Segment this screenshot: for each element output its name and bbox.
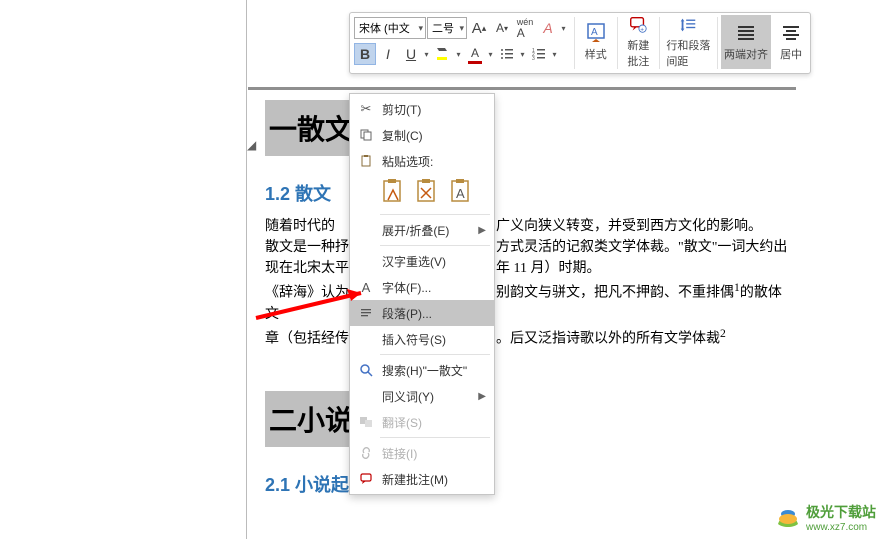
font-a-icon: A <box>356 277 376 297</box>
bold-button[interactable]: B <box>354 43 376 65</box>
underline-button[interactable]: U <box>400 43 422 65</box>
ctx-search[interactable]: 搜索(H)"一散文" <box>350 357 494 383</box>
clipboard-icon <box>356 151 376 171</box>
search-icon <box>356 360 376 380</box>
chevron-right-icon: ▶ <box>478 391 486 402</box>
ctx-expand-collapse[interactable]: 展开/折叠(E)▶ <box>350 217 494 243</box>
line-paragraph-spacing-button[interactable]: 行和段落 间距 <box>663 15 714 69</box>
mini-toolbar: 宋体 (中文▾ 二号▾ A▴ A▾ wénA A▾ B I U▾ ▾ A▾ ▾ … <box>349 12 811 74</box>
clear-formatting-dropdown[interactable]: ▾ <box>559 24 568 33</box>
outline-collapse-triangle[interactable]: ◢ <box>247 138 256 152</box>
chevron-right-icon: ▶ <box>478 225 486 236</box>
svg-text:+: + <box>641 26 645 33</box>
scissors-icon: ✂ <box>356 99 376 119</box>
heading2-text: 二小说 <box>269 406 353 437</box>
underline-dropdown[interactable]: ▾ <box>422 50 431 59</box>
center-button[interactable]: 居中 <box>773 15 809 69</box>
styles-button[interactable]: A 样式 <box>578 15 614 69</box>
paste-text-only[interactable]: A <box>448 178 474 206</box>
font-color-button[interactable]: A <box>464 43 486 65</box>
highlight-dropdown[interactable]: ▾ <box>454 50 463 59</box>
body-paragraph[interactable]: 随着时代的 xxxxxxxxxxxxxxxxxxxxxx 广义向狭义转变，并受到… <box>265 216 795 349</box>
watermark-title: 极光下载站 <box>806 502 876 522</box>
numbering-dropdown[interactable]: ▾ <box>550 50 559 59</box>
link-icon <box>356 443 376 463</box>
justify-button[interactable]: 两端对齐 <box>721 15 772 69</box>
font-size-combo[interactable]: 二号▾ <box>427 17 467 39</box>
italic-button[interactable]: I <box>377 43 399 65</box>
new-comment-button[interactable]: + 新建 批注 <box>621 15 657 69</box>
ctx-new-comment[interactable]: 新建批注(M) <box>350 466 494 492</box>
paste-merge-formatting[interactable] <box>414 178 440 206</box>
ctx-synonyms[interactable]: 同义词(Y)▶ <box>350 383 494 409</box>
bullets-dropdown[interactable]: ▾ <box>518 50 527 59</box>
numbering-button[interactable]: 123 <box>528 43 550 65</box>
phonetic-guide-button[interactable]: wénA <box>514 17 536 39</box>
context-menu: ✂剪切(T) 复制(C) 粘贴选项: A 展开/折叠(E)▶ 汉字重选(V) A… <box>349 93 495 495</box>
svg-text:A: A <box>591 27 598 38</box>
translate-icon <box>356 412 376 432</box>
comment-icon <box>356 469 376 489</box>
ctx-cut[interactable]: ✂剪切(T) <box>350 96 494 122</box>
highlight-button[interactable] <box>432 43 454 65</box>
font-name-combo[interactable]: 宋体 (中文▾ <box>354 17 426 39</box>
watermark-url: www.xz7.com <box>806 522 876 533</box>
heading-1-2[interactable]: 1.2 散文 <box>265 180 795 206</box>
clear-formatting-button[interactable]: A <box>537 17 559 39</box>
ctx-link: 链接(I) <box>350 440 494 466</box>
document-body: 一散文 1.2 散文 随着时代的 xxxxxxxxxxxxxxxxxxxxxx … <box>265 100 795 507</box>
font-color-dropdown[interactable]: ▾ <box>486 50 495 59</box>
watermark: 极光下载站 www.xz7.com <box>774 502 876 533</box>
ctx-paste-options-label: 粘贴选项: <box>350 148 494 174</box>
svg-text:A: A <box>456 186 465 201</box>
ctx-translate: 翻译(S) <box>350 409 494 435</box>
bullets-button[interactable] <box>496 43 518 65</box>
ctx-paragraph[interactable]: 段落(P)... <box>350 300 494 326</box>
ctx-copy[interactable]: 复制(C) <box>350 122 494 148</box>
paste-keep-source-formatting[interactable] <box>380 178 406 206</box>
paragraph-icon <box>356 303 376 323</box>
ctx-font[interactable]: A字体(F)... <box>350 274 494 300</box>
copy-icon <box>356 125 376 145</box>
svg-text:3: 3 <box>532 56 535 62</box>
ctx-chinese-reselect[interactable]: 汉字重选(V) <box>350 248 494 274</box>
heading1-text: 一散文 <box>269 115 353 146</box>
grow-font-button[interactable]: A▴ <box>468 17 490 39</box>
heading-2-1[interactable]: 2.1 小说起源 <box>265 471 795 497</box>
shrink-font-button[interactable]: A▾ <box>491 17 513 39</box>
watermark-logo-icon <box>774 506 802 530</box>
ctx-insert-symbol[interactable]: 插入符号(S) <box>350 326 494 352</box>
